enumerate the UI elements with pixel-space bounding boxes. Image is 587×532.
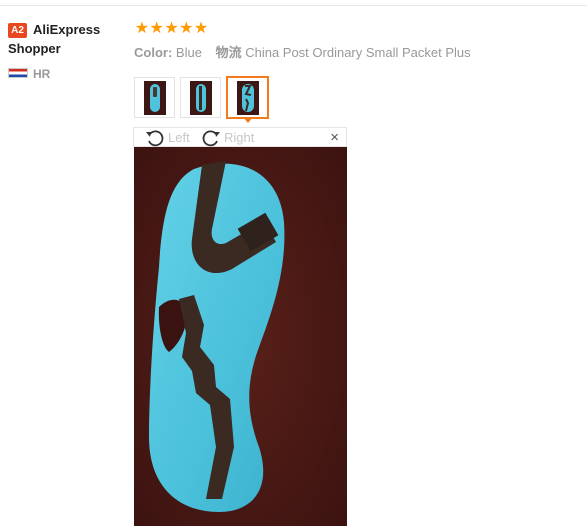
thumbnail-1[interactable] <box>134 77 175 118</box>
rotate-right-label: Right <box>224 130 255 145</box>
croatia-flag-icon <box>8 68 28 78</box>
attr-shipping-value: China Post Ordinary Small Packet Plus <box>245 45 471 60</box>
reviewer-badge: A2 <box>8 23 27 38</box>
star-rating: ★★★★★ <box>134 20 584 37</box>
thumbnail-image <box>143 80 166 115</box>
attr-shipping-key: 物流 <box>215 45 242 60</box>
thumbnail-2[interactable] <box>180 77 221 118</box>
thumbnail-3[interactable] <box>226 76 269 119</box>
reviewer-country: HR <box>8 67 126 81</box>
selected-thumbnail-caret <box>243 117 253 123</box>
star-icon: ★ <box>164 20 178 37</box>
reviewer-name-row: A2 AliExpress Shopper <box>8 20 126 58</box>
rotate-right-button[interactable]: Right <box>201 128 271 147</box>
reviewer-info: A2 AliExpress Shopper HR <box>8 20 126 81</box>
close-viewer-button[interactable]: × <box>330 129 339 147</box>
star-icon: ★ <box>134 20 149 37</box>
order-attributes: Color: Blue 物流 China Post Ordinary Small… <box>134 42 584 61</box>
attr-color-key: Color: <box>134 45 173 60</box>
rotate-left-label: Left <box>168 130 190 145</box>
review-feedback: ★★★★★ Color: Blue 物流 China Post Ordinary… <box>134 20 584 61</box>
star-icon: ★ <box>193 20 208 37</box>
country-code: HR <box>33 67 51 81</box>
star-icon: ★ <box>149 20 164 37</box>
star-icon: ★ <box>179 20 193 37</box>
thumbnail-image <box>189 80 212 115</box>
rotate-left-icon <box>146 130 164 147</box>
rotate-left-button[interactable]: Left <box>145 128 205 147</box>
thumbnail-image <box>236 80 259 115</box>
review-photo[interactable] <box>134 147 347 526</box>
rotate-right-icon <box>202 130 220 147</box>
top-divider <box>0 5 587 6</box>
product-photo-image <box>134 147 347 526</box>
attr-color-value: Blue <box>175 45 202 60</box>
image-viewer-toolbar: Left Right × <box>133 127 347 147</box>
